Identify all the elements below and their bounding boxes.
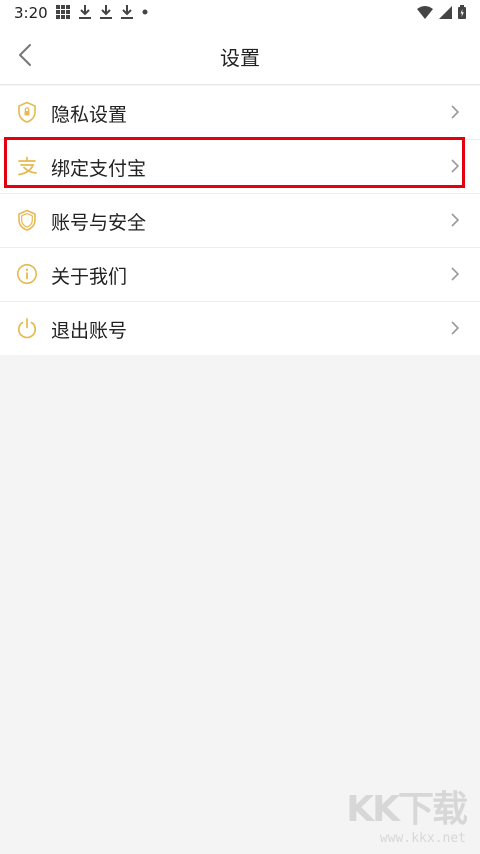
settings-menu: 隐私设置 绑定支付宝 账号与安全 关于我们 退出账号	[0, 86, 480, 355]
menu-item-about-us[interactable]: 关于我们	[0, 248, 480, 302]
download-icon	[79, 5, 91, 19]
status-time: 3:20	[14, 4, 48, 22]
menu-item-privacy-settings[interactable]: 隐私设置	[0, 86, 480, 140]
system-icons	[417, 5, 466, 19]
chevron-right-icon	[451, 213, 460, 227]
notification-icons	[56, 5, 148, 19]
grid-icon	[56, 5, 70, 19]
shield-icon	[18, 209, 36, 231]
download-icon	[100, 5, 112, 19]
info-icon	[17, 264, 37, 284]
watermark-url: www.kkx.net	[379, 831, 466, 846]
chevron-right-icon	[451, 321, 460, 335]
menu-item-label: 账号与安全	[51, 212, 147, 234]
shield-lock-icon	[18, 101, 36, 123]
wifi-icon	[417, 5, 433, 19]
menu-item-label: 隐私设置	[51, 104, 128, 126]
menu-item-account-security[interactable]: 账号与安全	[0, 194, 480, 248]
status-bar: 3:20	[0, 0, 480, 26]
menu-item-logout[interactable]: 退出账号	[0, 302, 480, 355]
battery-icon	[458, 5, 466, 19]
menu-item-label: 绑定支付宝	[51, 158, 147, 180]
menu-item-label: 退出账号	[51, 320, 128, 342]
watermark: KK下载 www.kkx.net	[346, 789, 468, 847]
power-icon	[18, 317, 36, 339]
app-header: 设置	[0, 26, 480, 85]
menu-item-bind-alipay[interactable]: 绑定支付宝	[0, 140, 480, 194]
page-title: 设置	[220, 46, 260, 70]
download-icon	[121, 5, 133, 19]
dot-icon	[142, 9, 148, 15]
chevron-right-icon	[451, 159, 460, 173]
menu-item-label: 关于我们	[51, 266, 128, 288]
alipay-icon	[18, 156, 37, 176]
chevron-right-icon	[451, 105, 460, 119]
chevron-right-icon	[451, 267, 460, 281]
watermark-logo: KK下载	[346, 789, 468, 830]
signal-icon	[439, 5, 452, 19]
